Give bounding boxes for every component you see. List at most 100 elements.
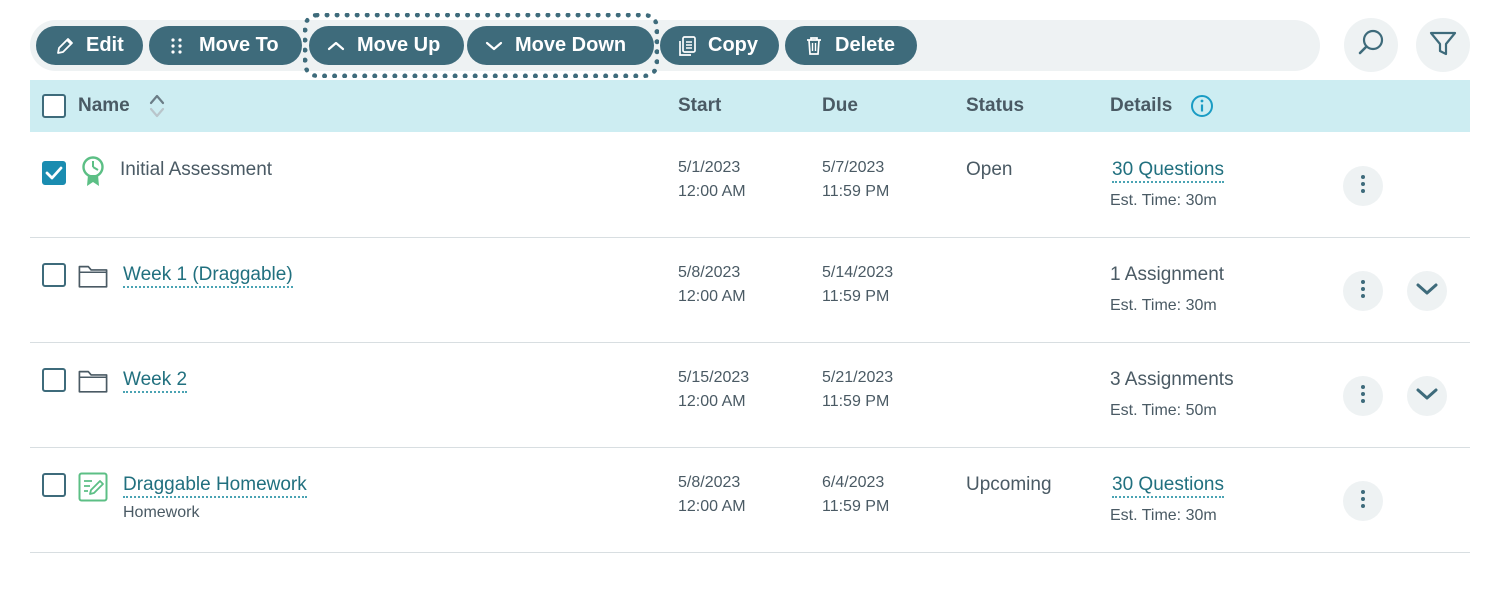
due-date: 6/4/2023 xyxy=(822,474,885,491)
table-row[interactable]: Initial Assessment 5/1/2023 12:00 AM 5/7… xyxy=(30,133,1470,238)
info-icon[interactable] xyxy=(1190,94,1214,118)
select-all-checkbox[interactable] xyxy=(42,94,66,118)
copy-label: Copy xyxy=(708,34,758,56)
start-time: 12:00 AM xyxy=(678,288,746,305)
delete-label: Delete xyxy=(835,34,896,56)
column-header-due: Due xyxy=(822,95,858,116)
column-header-details: Details xyxy=(1110,80,1214,132)
row-name[interactable]: Draggable Homework xyxy=(123,474,307,498)
move-up-label: Move Up xyxy=(357,34,441,56)
start-date-cell: 5/8/2023 12:00 AM xyxy=(678,471,746,519)
assessment-ribbon-icon xyxy=(78,156,108,187)
due-date-cell: 5/7/2023 11:59 PM xyxy=(822,156,889,204)
more-options-button[interactable] xyxy=(1343,271,1383,311)
pencil-icon xyxy=(54,35,76,57)
due-date-cell: 5/14/2023 11:59 PM xyxy=(822,261,893,309)
move-down-label: Move Down xyxy=(515,34,627,56)
copy-icon xyxy=(676,35,698,57)
row-name-link[interactable]: Draggable Homework xyxy=(123,474,307,498)
table-row[interactable]: Draggable Homework Homework 5/8/2023 12:… xyxy=(30,448,1470,553)
column-header-start: Start xyxy=(678,95,722,116)
start-date-cell: 5/8/2023 12:00 AM xyxy=(678,261,746,309)
start-time: 12:00 AM xyxy=(678,498,746,515)
start-time: 12:00 AM xyxy=(678,393,746,410)
column-header-name-label: Name xyxy=(78,95,130,116)
due-time: 11:59 PM xyxy=(822,498,890,515)
row-checkbox[interactable] xyxy=(42,473,66,497)
filter-icon xyxy=(1428,28,1458,63)
row-name: Initial Assessment xyxy=(120,159,273,180)
kebab-icon xyxy=(1360,489,1366,514)
details-link-label[interactable]: 30 Questions xyxy=(1112,474,1224,498)
filter-button[interactable] xyxy=(1416,18,1470,72)
copy-button[interactable]: Copy xyxy=(660,26,779,65)
start-date: 5/8/2023 xyxy=(678,474,741,491)
search-button[interactable] xyxy=(1344,18,1398,72)
folder-icon xyxy=(78,261,108,291)
row-name-link[interactable]: Week 1 (Draggable) xyxy=(123,264,293,288)
details-link[interactable]: 30 Questions xyxy=(1112,159,1224,183)
table-row[interactable]: Week 1 (Draggable) 5/8/2023 12:00 AM 5/1… xyxy=(30,238,1470,343)
more-options-button[interactable] xyxy=(1343,166,1383,206)
due-date-cell: 6/4/2023 11:59 PM xyxy=(822,471,889,519)
kebab-icon xyxy=(1360,384,1366,409)
due-time: 11:59 PM xyxy=(822,288,890,305)
status-cell: Upcoming xyxy=(966,474,1052,495)
row-name-link[interactable]: Week 2 xyxy=(123,369,188,393)
est-time: Est. Time: 30m xyxy=(1110,297,1217,314)
delete-button[interactable]: Delete xyxy=(785,26,917,65)
row-name[interactable]: Week 2 xyxy=(123,369,188,393)
more-options-button[interactable] xyxy=(1343,481,1383,521)
est-time: Est. Time: 30m xyxy=(1110,507,1217,524)
kebab-icon xyxy=(1360,279,1366,304)
due-date: 5/14/2023 xyxy=(822,264,894,281)
start-date: 5/1/2023 xyxy=(678,159,741,176)
search-icon xyxy=(1356,28,1386,63)
table-row[interactable]: Week 2 5/15/2023 12:00 AM 5/21/2023 11:5… xyxy=(30,343,1470,448)
move-to-button[interactable]: Move To xyxy=(149,26,302,65)
expand-button[interactable] xyxy=(1407,271,1447,311)
move-down-button[interactable]: Move Down xyxy=(467,26,654,65)
chevron-down-icon xyxy=(483,35,505,57)
move-to-label: Move To xyxy=(199,34,279,56)
due-date: 5/7/2023 xyxy=(822,159,885,176)
column-header-name[interactable]: Name xyxy=(78,80,166,132)
move-up-button[interactable]: Move Up xyxy=(309,26,464,65)
row-name[interactable]: Week 1 (Draggable) xyxy=(123,264,293,288)
start-date-cell: 5/15/2023 12:00 AM xyxy=(678,366,749,414)
status-cell: Open xyxy=(966,159,1013,180)
start-time: 12:00 AM xyxy=(678,183,746,200)
column-header-status: Status xyxy=(966,95,1025,116)
start-date-cell: 5/1/2023 12:00 AM xyxy=(678,156,746,204)
drag-dots-icon xyxy=(167,35,189,57)
sort-icon[interactable] xyxy=(148,93,166,119)
row-subtitle: Homework xyxy=(123,504,200,521)
row-checkbox[interactable] xyxy=(42,368,66,392)
chevron-down-icon xyxy=(1415,387,1439,406)
details-link-label[interactable]: 30 Questions xyxy=(1112,159,1224,183)
details-cell: 3 Assignments xyxy=(1110,369,1234,390)
table-header: Name Start Due Status Details xyxy=(30,80,1470,132)
expand-button[interactable] xyxy=(1407,376,1447,416)
start-date: 5/15/2023 xyxy=(678,369,750,386)
est-time: Est. Time: 30m xyxy=(1110,192,1217,209)
homework-icon xyxy=(78,472,108,502)
edit-label: Edit xyxy=(86,34,124,56)
kebab-icon xyxy=(1360,174,1366,199)
details-link[interactable]: 30 Questions xyxy=(1112,474,1224,498)
due-date-cell: 5/21/2023 11:59 PM xyxy=(822,366,893,414)
row-checkbox[interactable] xyxy=(42,263,66,287)
due-date: 5/21/2023 xyxy=(822,369,894,386)
row-checkbox[interactable] xyxy=(42,161,66,185)
edit-button[interactable]: Edit xyxy=(36,26,143,65)
est-time: Est. Time: 50m xyxy=(1110,402,1217,419)
chevron-up-icon xyxy=(325,35,347,57)
start-date: 5/8/2023 xyxy=(678,264,741,281)
more-options-button[interactable] xyxy=(1343,376,1383,416)
details-cell: 1 Assignment xyxy=(1110,264,1225,285)
due-time: 11:59 PM xyxy=(822,183,890,200)
due-time: 11:59 PM xyxy=(822,393,890,410)
chevron-down-icon xyxy=(1415,282,1439,301)
folder-icon xyxy=(78,366,108,396)
trash-icon xyxy=(803,35,825,57)
